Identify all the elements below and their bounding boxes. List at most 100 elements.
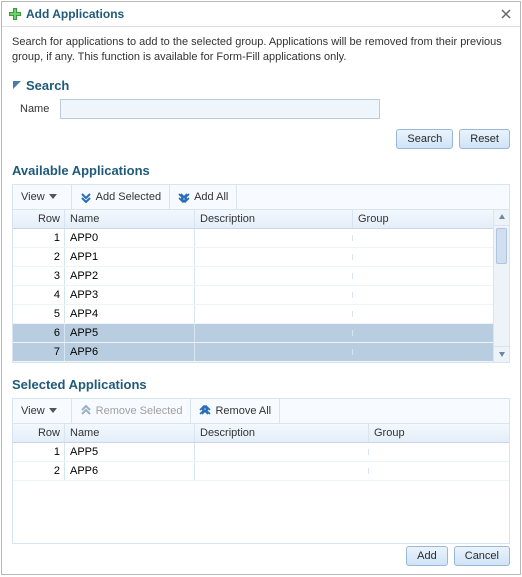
- cell-name: APP3: [65, 286, 195, 304]
- cell-row: 1: [13, 229, 65, 247]
- table-row[interactable]: 7APP6: [13, 343, 493, 362]
- table-row[interactable]: 6APP5: [13, 324, 493, 343]
- cell-group: [353, 349, 485, 355]
- add-all-label: Add All: [194, 191, 228, 203]
- view-label: View: [21, 405, 45, 417]
- reset-button[interactable]: Reset: [459, 129, 510, 149]
- cell-row: 2: [13, 248, 65, 266]
- col-name[interactable]: Name: [65, 210, 195, 228]
- cell-name: APP6: [65, 462, 195, 480]
- remove-selected-icon: [80, 405, 92, 417]
- close-icon[interactable]: [498, 6, 514, 22]
- remove-all-label: Remove All: [215, 405, 271, 417]
- table-row[interactable]: 3APP2: [13, 267, 493, 286]
- selected-section-label: Selected Applications: [12, 377, 147, 392]
- search-row: Name: [2, 95, 520, 125]
- remove-selected-label: Remove Selected: [96, 405, 183, 417]
- cell-description: [195, 449, 369, 455]
- cell-name: APP1: [65, 248, 195, 266]
- add-selected-icon: [80, 191, 92, 203]
- name-input[interactable]: [60, 99, 380, 119]
- disclose-triangle-icon: [12, 80, 22, 90]
- footer-buttons: Add Cancel: [406, 546, 510, 566]
- cell-description: [195, 292, 353, 298]
- table-row[interactable]: 2APP6: [13, 462, 509, 481]
- col-name[interactable]: Name: [65, 424, 195, 442]
- cell-row: 4: [13, 286, 65, 304]
- view-label: View: [21, 191, 45, 203]
- chevron-down-icon: [49, 408, 57, 413]
- table-row[interactable]: 4APP3: [13, 286, 493, 305]
- selected-table: Row Name Description Group 1APP52APP6: [12, 424, 510, 544]
- cancel-button[interactable]: Cancel: [454, 546, 510, 566]
- dialog-title: Add Applications: [26, 7, 498, 21]
- add-selected-button[interactable]: Add Selected: [72, 185, 170, 209]
- cell-description: [195, 330, 353, 336]
- selected-section-header: Selected Applications: [2, 373, 520, 394]
- available-table: Row Name Description Group 1APP02APP13AP…: [12, 210, 510, 363]
- cell-row: 5: [13, 305, 65, 323]
- scroll-down-icon[interactable]: [494, 346, 509, 362]
- cell-description: [195, 235, 353, 241]
- col-description[interactable]: Description: [195, 210, 353, 228]
- search-button-row: Search Reset: [2, 125, 520, 159]
- cell-group: [353, 311, 485, 317]
- available-section-label: Available Applications: [12, 163, 150, 178]
- table-row[interactable]: 1APP0: [13, 229, 493, 248]
- col-group[interactable]: Group: [369, 424, 501, 442]
- cell-name: APP6: [65, 343, 195, 361]
- cell-row: 7: [13, 343, 65, 361]
- col-row[interactable]: Row: [13, 424, 65, 442]
- table-row[interactable]: 5APP4: [13, 305, 493, 324]
- selected-table-body: 1APP52APP6: [13, 443, 509, 481]
- remove-all-icon: [199, 405, 211, 417]
- vertical-scrollbar[interactable]: [493, 210, 509, 362]
- cell-row: 1: [13, 443, 65, 461]
- dialog-instructions: Search for applications to add to the se…: [2, 27, 520, 74]
- search-button[interactable]: Search: [396, 129, 453, 149]
- cell-group: [369, 468, 501, 474]
- search-section-header[interactable]: Search: [2, 74, 520, 95]
- name-label: Name: [20, 103, 60, 115]
- cell-row: 6: [13, 324, 65, 342]
- col-row[interactable]: Row: [13, 210, 65, 228]
- add-selected-label: Add Selected: [96, 191, 161, 203]
- cell-description: [195, 254, 353, 260]
- dialog-header: Add Applications: [2, 2, 520, 27]
- cell-description: [195, 349, 353, 355]
- search-section-label: Search: [26, 78, 69, 93]
- add-button[interactable]: Add: [406, 546, 448, 566]
- add-all-button[interactable]: Add All: [170, 185, 237, 209]
- scroll-up-icon[interactable]: [494, 210, 509, 226]
- cell-name: APP0: [65, 229, 195, 247]
- cell-name: APP4: [65, 305, 195, 323]
- cell-group: [353, 235, 485, 241]
- cell-group: [353, 273, 485, 279]
- remove-selected-button[interactable]: Remove Selected: [72, 399, 192, 423]
- remove-all-button[interactable]: Remove All: [191, 399, 280, 423]
- table-row[interactable]: 2APP1: [13, 248, 493, 267]
- selected-table-header: Row Name Description Group: [13, 424, 509, 443]
- cell-name: APP5: [65, 443, 195, 461]
- table-row[interactable]: 1APP5: [13, 443, 509, 462]
- cell-name: APP2: [65, 267, 195, 285]
- available-toolbar: View Add Selected Add All: [12, 184, 510, 210]
- cell-name: APP5: [65, 324, 195, 342]
- cell-row: 3: [13, 267, 65, 285]
- selected-toolbar: View Remove Selected Remove All: [12, 398, 510, 424]
- add-all-icon: [178, 191, 190, 203]
- cell-row: 2: [13, 462, 65, 480]
- cell-description: [195, 273, 353, 279]
- plus-icon: [8, 7, 22, 21]
- available-table-header: Row Name Description Group: [13, 210, 509, 229]
- col-description[interactable]: Description: [195, 424, 369, 442]
- cell-group: [353, 292, 485, 298]
- scroll-thumb[interactable]: [496, 228, 507, 264]
- chevron-down-icon: [49, 194, 57, 199]
- selected-view-menu[interactable]: View: [13, 399, 72, 423]
- cell-description: [195, 311, 353, 317]
- cell-description: [195, 468, 369, 474]
- available-table-body: 1APP02APP13APP24APP35APP46APP57APP6: [13, 229, 493, 362]
- available-view-menu[interactable]: View: [13, 185, 72, 209]
- col-group[interactable]: Group: [353, 210, 485, 228]
